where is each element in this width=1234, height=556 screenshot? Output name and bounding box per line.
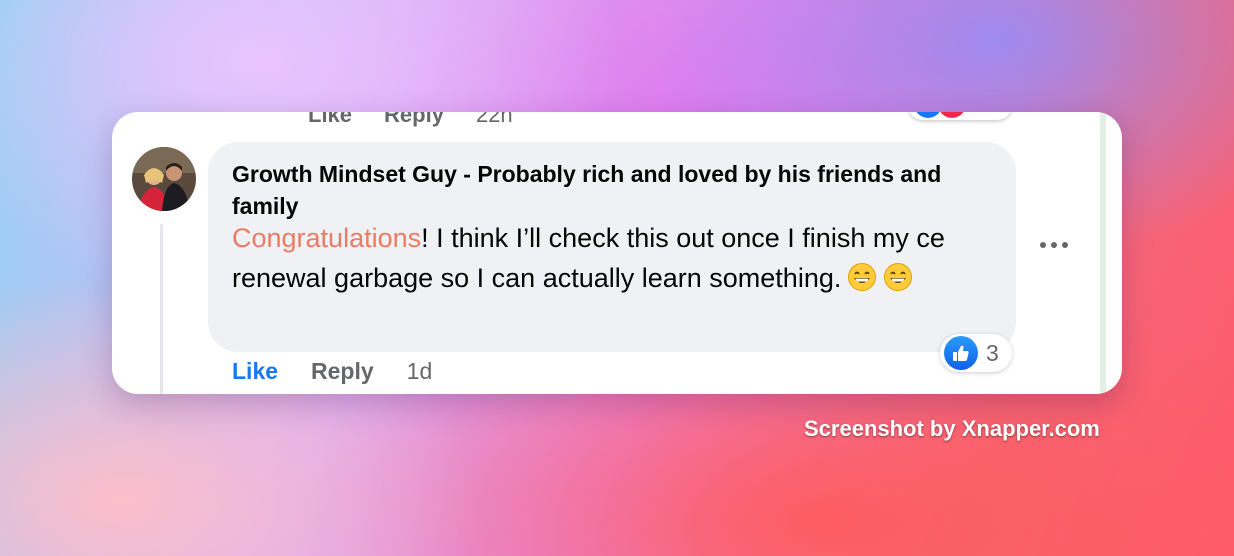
like-reaction-icon	[914, 112, 942, 118]
thread-line	[160, 224, 163, 394]
comment-actions: Like Reply 1d	[232, 354, 432, 388]
like-button[interactable]: Like	[232, 358, 278, 385]
comment-timestamp[interactable]: 1d	[407, 358, 433, 385]
scrollbar-track[interactable]	[1100, 112, 1106, 394]
previous-reactions-badge[interactable]	[908, 112, 1012, 120]
thumbs-up-icon	[944, 336, 978, 370]
reply-button[interactable]: Reply	[311, 358, 374, 385]
previous-timestamp[interactable]: 22h	[476, 112, 513, 128]
grinning-face-icon	[847, 262, 877, 303]
avatar[interactable]	[132, 147, 196, 211]
previous-reply-button[interactable]: Reply	[384, 112, 444, 128]
comment-body: Congratulations! I think I’ll check this…	[232, 218, 1002, 303]
avatar-photo-icon	[132, 147, 196, 211]
reaction-count: 3	[986, 339, 999, 366]
love-reaction-icon	[938, 112, 966, 118]
previous-comment-actions: Like Reply 22h	[308, 112, 513, 130]
comment-card: Like Reply 22h Growth Mindset Guy - Prob…	[112, 112, 1122, 394]
grinning-face-icon	[883, 262, 913, 303]
comment-bubble: Growth Mindset Guy - Probably rich and l…	[208, 142, 1016, 352]
highlighted-word: Congratulations	[232, 223, 422, 253]
watermark: Screenshot by Xnapper.com	[804, 416, 1100, 441]
reaction-count-badge[interactable]: 3	[940, 334, 1012, 372]
comment-author[interactable]: Growth Mindset Guy - Probably rich and l…	[232, 158, 1002, 222]
previous-like-button[interactable]: Like	[308, 112, 352, 128]
more-options-icon[interactable]	[1034, 230, 1074, 260]
